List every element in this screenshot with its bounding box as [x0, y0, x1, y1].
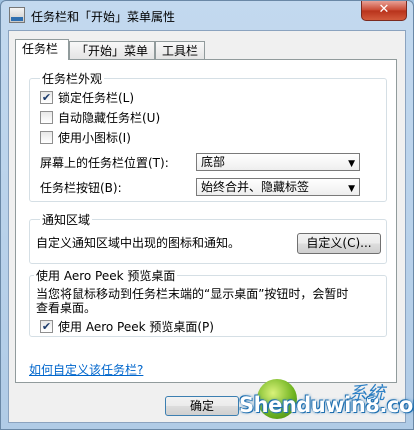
notification-group: 通知区域 自定义通知区域中出现的图标和通知。 自定义(C)... [29, 211, 387, 264]
watermark-cn-text: 系统 [349, 383, 385, 404]
checkbox-empty-icon[interactable] [40, 131, 53, 144]
close-button[interactable]: ✕ [361, 1, 407, 21]
taskbar-app-icon [9, 7, 25, 23]
window-title: 任务栏和「开始」菜单属性 [31, 10, 176, 24]
aero-peek-description-2: 查看桌面。 [36, 301, 97, 315]
lock-taskbar-label: 锁定任务栏(L) [58, 91, 135, 105]
aero-peek-checkbox[interactable]: ✔ 使用 Aero Peek 预览桌面(P) [40, 319, 214, 335]
notification-description: 自定义通知区域中出现的图标和通知。 [36, 236, 241, 250]
checkbox-checked-icon[interactable]: ✔ [40, 91, 53, 104]
checkbox-checked-icon[interactable]: ✔ [40, 320, 53, 333]
auto-hide-checkbox[interactable]: 自动隐藏任务栏(U) [40, 110, 160, 126]
buttons-select[interactable]: 始终合并、隐藏标签 ▼ [196, 178, 360, 196]
properties-window: 任务栏和「开始」菜单属性 ✕ 任务栏 「开始」菜单 工具栏 任务栏外观 ✔ 锁定任… [0, 0, 414, 430]
dropdown-arrow-icon: ▼ [348, 159, 355, 169]
tab-toolbars[interactable]: 工具栏 [155, 41, 205, 59]
appearance-group-title: 任务栏外观 [40, 70, 105, 87]
position-label: 屏幕上的任务栏位置(T): [40, 156, 169, 170]
small-icons-checkbox[interactable]: 使用小图标(I) [40, 130, 131, 146]
tab-panel-taskbar: 任务栏外观 ✔ 锁定任务栏(L) 自动隐藏任务栏(U) 使用小图标(I) 屏幕上的… [15, 59, 397, 383]
buttons-label: 任务栏按钮(B): [40, 181, 122, 195]
dropdown-arrow-icon: ▼ [348, 184, 355, 194]
lock-taskbar-checkbox[interactable]: ✔ 锁定任务栏(L) [40, 90, 134, 106]
tab-taskbar[interactable]: 任务栏 [15, 39, 69, 60]
help-link[interactable]: 如何自定义该任务栏? [29, 361, 143, 378]
appearance-group: 任务栏外观 ✔ 锁定任务栏(L) 自动隐藏任务栏(U) 使用小图标(I) 屏幕上的… [29, 70, 387, 202]
aero-peek-checkbox-label: 使用 Aero Peek 预览桌面(P) [58, 320, 214, 334]
site-watermark: Shenduwin8.com 系统 [237, 379, 414, 429]
notification-group-title: 通知区域 [40, 211, 93, 228]
tab-start-menu[interactable]: 「开始」菜单 [69, 41, 155, 59]
auto-hide-label: 自动隐藏任务栏(U) [58, 111, 161, 125]
dialog-client: 任务栏 「开始」菜单 工具栏 任务栏外观 ✔ 锁定任务栏(L) 自动隐藏任务栏(U… [8, 30, 406, 423]
title-bar[interactable]: 任务栏和「开始」菜单属性 ✕ [1, 1, 413, 29]
position-select[interactable]: 底部 ▼ [196, 153, 360, 171]
checkbox-empty-icon[interactable] [40, 111, 53, 124]
customize-button[interactable]: 自定义(C)... [297, 233, 381, 254]
small-icons-label: 使用小图标(I) [58, 131, 131, 145]
watermark-text: Shenduwin8.com [239, 393, 414, 417]
ok-button[interactable]: 确定 [165, 396, 239, 416]
buttons-value: 始终合并、隐藏标签 [201, 180, 310, 194]
aero-peek-group-title: 使用 Aero Peek 预览桌面 [34, 267, 178, 284]
aero-peek-group: 使用 Aero Peek 预览桌面 当您将鼠标移动到任务栏末端的“显示桌面”按钮… [29, 267, 387, 337]
position-value: 底部 [201, 155, 226, 169]
